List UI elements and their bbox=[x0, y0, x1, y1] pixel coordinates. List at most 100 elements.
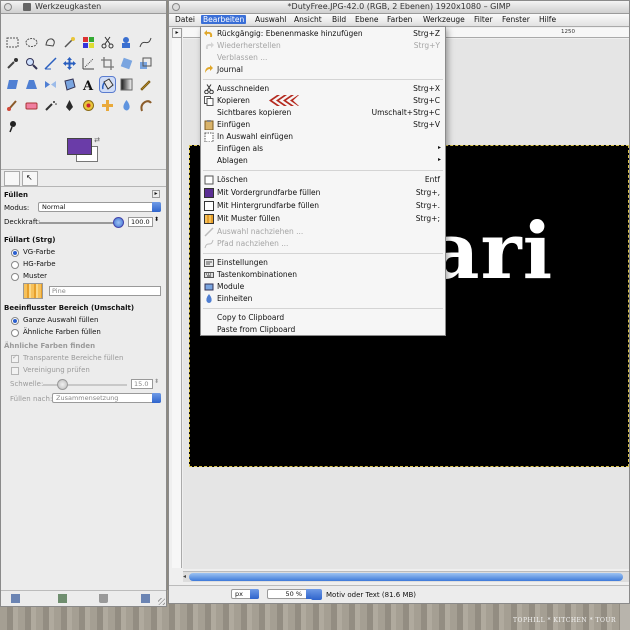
foreground-select-tool-icon[interactable] bbox=[119, 35, 134, 50]
crop-tool-icon[interactable] bbox=[100, 56, 115, 71]
fill-similar-radio[interactable] bbox=[11, 329, 19, 337]
cage-transform-tool-icon[interactable] bbox=[62, 77, 77, 92]
unit-combo[interactable]: px bbox=[231, 589, 259, 599]
clone-tool-icon[interactable] bbox=[81, 98, 96, 113]
menu-item-modules[interactable]: Module bbox=[201, 281, 445, 293]
dodge-burn-tool-icon[interactable] bbox=[5, 119, 20, 134]
fill-by-combo[interactable]: Zusammensetzung bbox=[52, 393, 161, 403]
menu-datei[interactable]: Datei bbox=[175, 15, 195, 24]
menu-item-fill-pattern[interactable]: Mit Muster füllen Strg+; bbox=[201, 213, 445, 225]
menu-item-paste-into[interactable]: In Auswahl einfügen bbox=[201, 131, 445, 143]
foreground-color-swatch[interactable] bbox=[67, 138, 92, 155]
save-options-icon[interactable] bbox=[11, 594, 20, 603]
scroll-left-icon[interactable]: ◂ bbox=[183, 573, 186, 580]
menu-hilfe[interactable]: Hilfe bbox=[539, 15, 556, 24]
menu-ebene[interactable]: Ebene bbox=[355, 15, 378, 24]
menu-item-fade[interactable]: Verblassen ... bbox=[201, 52, 445, 64]
pattern-preview[interactable] bbox=[23, 283, 43, 299]
menu-item-preferences[interactable]: Einstellungen bbox=[201, 257, 445, 269]
threshold-slider-track[interactable] bbox=[43, 384, 127, 386]
menu-werkzeuge[interactable]: Werkzeuge bbox=[423, 15, 465, 24]
menu-item-journal[interactable]: Journal bbox=[201, 64, 445, 76]
panel-menu-icon[interactable]: ▸ bbox=[152, 190, 160, 198]
threshold-value-field[interactable]: 15.0 bbox=[131, 379, 153, 389]
menu-item-fill-bg[interactable]: Mit Hintergrundfarbe füllen Strg+. bbox=[201, 200, 445, 212]
rect-select-tool-icon[interactable] bbox=[5, 35, 20, 50]
blend-tool-icon[interactable] bbox=[119, 77, 134, 92]
spin-arrows-icon[interactable]: ⬍ bbox=[154, 378, 159, 385]
scissors-tool-icon[interactable] bbox=[100, 35, 115, 50]
menu-item-stroke-path[interactable]: Pfad nachziehen ... bbox=[201, 238, 445, 250]
fill-selection-radio[interactable] bbox=[11, 317, 19, 325]
move-tool-icon[interactable] bbox=[62, 56, 77, 71]
menu-item-paste-clipboard[interactable]: Paste from Clipboard bbox=[201, 324, 445, 336]
menu-farben[interactable]: Farben bbox=[387, 15, 412, 24]
opacity-slider-handle[interactable] bbox=[113, 217, 124, 228]
ellipse-select-tool-icon[interactable] bbox=[24, 35, 39, 50]
close-icon[interactable] bbox=[4, 3, 12, 11]
menu-item-fill-fg[interactable]: Mit Vordergrundfarbe füllen Strg+, bbox=[201, 187, 445, 199]
menu-item-copy-visible[interactable]: Sichtbares kopieren Umschalt+Strg+C bbox=[201, 107, 445, 119]
align-tool-icon[interactable] bbox=[81, 56, 96, 71]
color-select-tool-icon[interactable] bbox=[81, 35, 96, 50]
flip-tool-icon[interactable] bbox=[43, 77, 58, 92]
rotate-tool-icon[interactable] bbox=[119, 56, 134, 71]
merged-checkbox[interactable] bbox=[11, 367, 19, 375]
paintbrush-tool-icon[interactable] bbox=[5, 98, 20, 113]
restore-options-icon[interactable] bbox=[58, 594, 67, 603]
perspective-tool-icon[interactable] bbox=[24, 77, 39, 92]
menu-item-undo[interactable]: Rückgängig: Ebenenmaske hinzufügen Strg+… bbox=[201, 28, 445, 40]
opacity-slider-track[interactable] bbox=[39, 222, 119, 224]
toolbox-titlebar[interactable]: Werkzeugkasten bbox=[1, 1, 166, 14]
measure-tool-icon[interactable] bbox=[43, 56, 58, 71]
vertical-ruler[interactable] bbox=[172, 38, 182, 568]
menu-item-copy-clipboard[interactable]: Copy to Clipboard bbox=[201, 312, 445, 324]
shear-tool-icon[interactable] bbox=[5, 77, 20, 92]
smudge-tool-icon[interactable] bbox=[138, 98, 153, 113]
horizontal-scrollbar[interactable]: ◂ bbox=[183, 571, 629, 582]
menu-item-copy[interactable]: Kopieren Strg+C bbox=[201, 95, 445, 107]
menu-item-paste[interactable]: Einfügen Strg+V bbox=[201, 119, 445, 131]
swap-colors-icon[interactable]: ⇄ bbox=[94, 136, 100, 144]
reset-options-icon[interactable] bbox=[141, 594, 150, 603]
pencil-tool-icon[interactable] bbox=[138, 77, 153, 92]
tool-options-tab[interactable] bbox=[4, 171, 20, 186]
airbrush-tool-icon[interactable] bbox=[43, 98, 58, 113]
menu-item-buffers[interactable]: Ablagen ▸ bbox=[201, 155, 445, 167]
free-select-tool-icon[interactable] bbox=[43, 35, 58, 50]
menu-item-paste-as[interactable]: Einfügen als ▸ bbox=[201, 143, 445, 155]
fill-pattern-radio[interactable] bbox=[11, 273, 19, 281]
menu-fenster[interactable]: Fenster bbox=[502, 15, 530, 24]
menu-item-redo[interactable]: Wiederherstellen Strg+Y bbox=[201, 40, 445, 52]
spin-arrows-icon[interactable]: ⬍ bbox=[154, 216, 159, 223]
image-menu-icon[interactable]: ▸ bbox=[172, 28, 182, 38]
fg-bg-color-selector[interactable]: ⇄ bbox=[64, 136, 100, 166]
zoom-tool-icon[interactable] bbox=[24, 56, 39, 71]
paths-tool-icon[interactable] bbox=[138, 35, 153, 50]
menu-item-units[interactable]: Einheiten bbox=[201, 293, 445, 305]
menu-ansicht[interactable]: Ansicht bbox=[294, 15, 322, 24]
menu-bild[interactable]: Bild bbox=[332, 15, 346, 24]
menu-auswahl[interactable]: Auswahl bbox=[255, 15, 286, 24]
mode-combo[interactable]: Normal bbox=[38, 202, 161, 212]
pattern-name-field[interactable]: Pine bbox=[49, 286, 161, 296]
menu-item-clear[interactable]: Löschen Entf bbox=[201, 174, 445, 186]
heal-tool-icon[interactable] bbox=[100, 98, 115, 113]
menu-item-stroke-selection[interactable]: Auswahl nachziehen ... bbox=[201, 226, 445, 238]
image-titlebar[interactable]: *DutyFree.JPG-42.0 (RGB, 2 Ebenen) 1920x… bbox=[169, 1, 629, 14]
menu-item-shortcuts[interactable]: Tastenkombinationen bbox=[201, 269, 445, 281]
zoom-combo[interactable]: 50 % bbox=[267, 589, 315, 599]
fill-fg-radio[interactable] bbox=[11, 249, 19, 257]
menu-item-cut[interactable]: Ausschneiden Strg+X bbox=[201, 83, 445, 95]
fill-bg-radio[interactable] bbox=[11, 261, 19, 269]
blur-tool-icon[interactable] bbox=[119, 98, 134, 113]
text-tool-icon[interactable]: A bbox=[81, 77, 96, 92]
menu-bearbeiten[interactable]: Bearbeiten bbox=[201, 15, 247, 24]
threshold-slider-handle[interactable] bbox=[57, 379, 68, 390]
scrollbar-thumb[interactable] bbox=[189, 573, 623, 581]
menu-filter[interactable]: Filter bbox=[474, 15, 493, 24]
resize-grip[interactable] bbox=[158, 598, 165, 605]
color-picker-tool-icon[interactable] bbox=[5, 56, 20, 71]
ink-tool-icon[interactable] bbox=[62, 98, 77, 113]
opacity-value-field[interactable]: 100.0 bbox=[128, 217, 153, 227]
